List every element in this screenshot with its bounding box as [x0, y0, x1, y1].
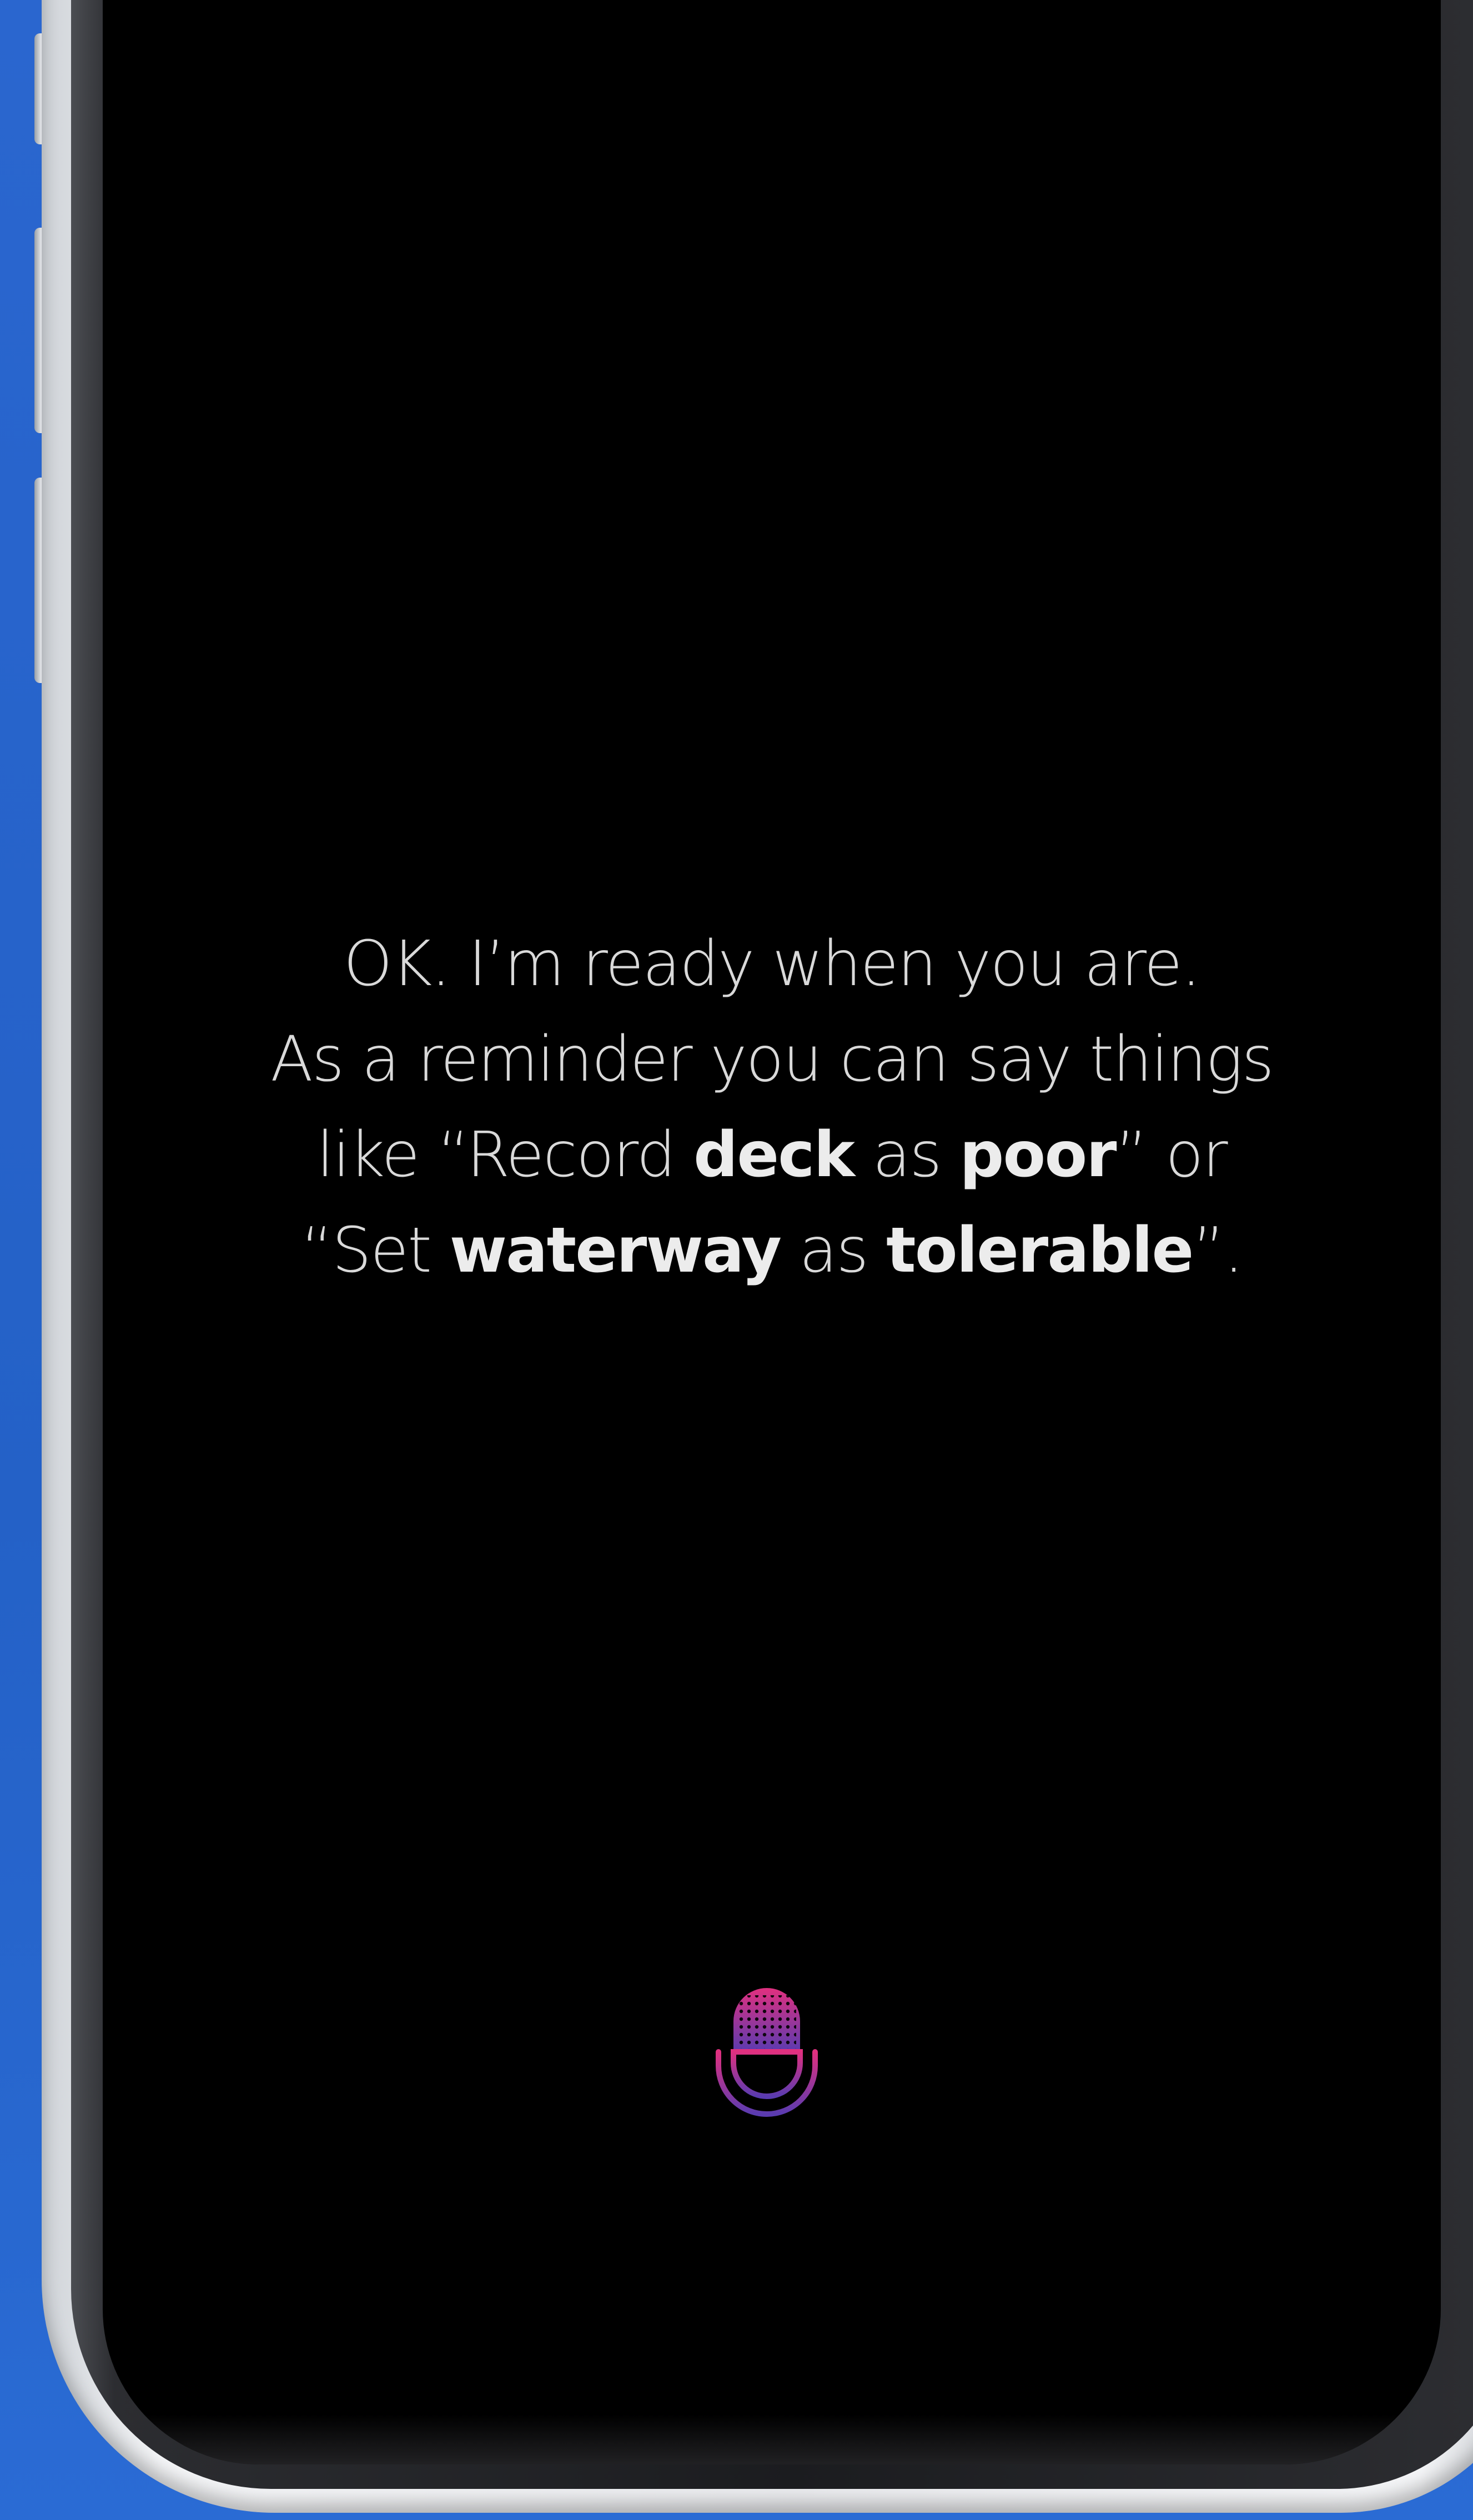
- prompt-line-3: like “Record deck as poor” or: [103, 1107, 1441, 1203]
- prompt-keyword-poor: poor: [959, 1119, 1117, 1191]
- presentation-background: OK. I’m ready when you are. As a reminde…: [0, 0, 1473, 2520]
- prompt-keyword-tolerable: tolerable: [886, 1214, 1194, 1287]
- microphone-icon: [716, 1988, 818, 2134]
- prompt-text: ”.: [1193, 1214, 1244, 1287]
- prompt-text: like “Record: [316, 1119, 694, 1191]
- prompt-keyword-deck: deck: [693, 1119, 855, 1191]
- prompt-line-1: OK. I’m ready when you are.: [343, 928, 1201, 1000]
- prompt-text: as: [780, 1214, 887, 1287]
- prompt-text: “Set: [301, 1214, 450, 1287]
- prompt-line-2: As a reminder you can say things: [270, 1023, 1274, 1096]
- voice-prompt-message: OK. I’m ready when you are. As a reminde…: [103, 916, 1441, 1298]
- prompt-text: ” or: [1115, 1119, 1228, 1191]
- phone-screen: OK. I’m ready when you are. As a reminde…: [103, 0, 1441, 2464]
- screen-edge-reflection: [103, 2414, 1441, 2464]
- prompt-keyword-waterway: waterway: [449, 1214, 782, 1287]
- prompt-text: as: [854, 1119, 960, 1191]
- prompt-line-4: “Set waterway as tolerable”.: [103, 1203, 1441, 1298]
- microphone-button[interactable]: [714, 1969, 820, 2135]
